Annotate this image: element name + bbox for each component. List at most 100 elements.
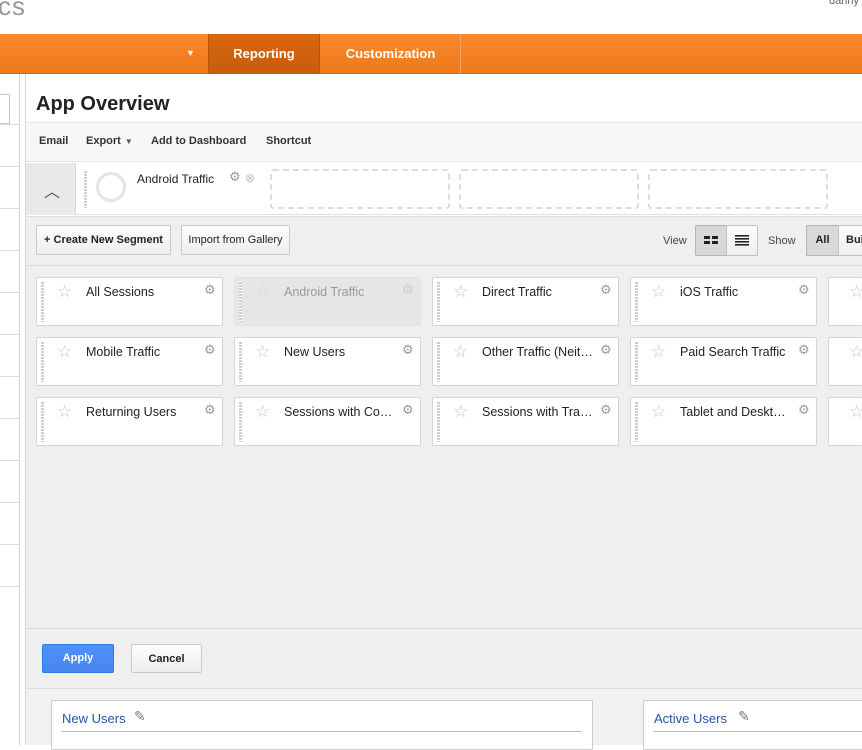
gear-icon[interactable]: ⚙ [402,282,414,298]
star-icon[interactable]: ☆ [255,342,270,362]
segment-card-direct-traffic[interactable]: ☆ Direct Traffic ⚙ [432,277,619,326]
user-account-link[interactable]: danny [829,0,859,7]
tab-customization[interactable]: Customization [321,34,461,74]
sidebar-divider [0,544,20,545]
segment-card-new-users[interactable]: ☆ New Users ⚙ [234,337,421,386]
widget-title[interactable]: New Users [62,711,126,726]
star-icon[interactable]: ☆ [849,402,862,422]
star-icon[interactable]: ☆ [57,342,72,362]
star-icon[interactable]: ☆ [453,342,468,362]
drag-handle-icon[interactable] [41,401,44,442]
star-icon[interactable]: ☆ [255,282,270,302]
star-icon[interactable]: ☆ [849,342,862,362]
gear-icon[interactable]: ⚙ [600,402,612,418]
gear-icon[interactable]: ⚙ [798,282,810,298]
segment-name: Tablet and Desktop Traffic [680,405,792,419]
gear-icon[interactable]: ⚙ [600,282,612,298]
apply-button[interactable]: Apply [42,644,114,673]
star-icon[interactable]: ☆ [651,402,666,422]
segment-card-tablet-and-desktop-traffic[interactable]: ☆ Tablet and Desktop Traffic ⚙ [630,397,817,446]
star-icon[interactable]: ☆ [651,342,666,362]
show-built-in-button[interactable]: Built-in [838,225,862,256]
segment-card-ios-traffic[interactable]: ☆ iOS Traffic ⚙ [630,277,817,326]
segment-name: Paid Search Traffic [680,345,786,359]
sidebar-divider [0,586,20,587]
create-new-segment-button[interactable]: + Create New Segment [36,225,171,255]
sidebar-divider [0,208,20,209]
import-from-gallery-button[interactable]: Import from Gallery [181,225,290,255]
star-icon[interactable]: ☆ [255,402,270,422]
star-icon[interactable]: ☆ [651,282,666,302]
widget-new-users [51,700,593,750]
edit-icon[interactable]: ✎ [134,708,146,725]
drag-handle-icon[interactable] [437,341,440,382]
gear-icon[interactable]: ⚙ [798,342,810,358]
email-button[interactable]: Email [39,135,68,147]
widget-divider [62,731,582,732]
close-icon[interactable]: ⊗ [245,171,255,185]
sidebar-divider [0,376,20,377]
star-icon[interactable]: ☆ [453,402,468,422]
sidebar-search-input[interactable] [0,94,10,124]
widget-title[interactable]: Active Users [654,711,727,726]
drag-handle-icon[interactable] [41,341,44,382]
star-icon[interactable]: ☆ [453,282,468,302]
edit-icon[interactable]: ✎ [738,708,750,725]
segment-card-sessions-with-transactions[interactable]: ☆ Sessions with Transactions ⚙ [432,397,619,446]
segment-name: Direct Traffic [482,285,552,299]
sidebar-divider [0,334,20,335]
sidebar-divider [0,418,20,419]
sidebar-divider [0,502,20,503]
drag-handle-icon[interactable] [635,341,638,382]
drag-handle-icon[interactable] [239,281,242,322]
star-icon[interactable]: ☆ [57,282,72,302]
caret-down-icon[interactable]: ▼ [186,48,195,58]
gear-icon[interactable]: ⚙ [204,342,216,358]
segment-card-partial[interactable]: ☆ [828,397,862,446]
segment-name: New Users [284,345,346,359]
grid-view-toggle[interactable] [695,225,727,256]
gear-icon[interactable]: ⚙ [402,342,414,358]
logo[interactable]: cs [0,0,26,22]
drag-handle-icon[interactable] [437,401,440,442]
list-icon [735,235,749,246]
sidebar-divider [0,250,20,251]
export-button[interactable]: Export ▼ [86,135,133,147]
drag-handle-icon[interactable] [239,341,242,382]
star-icon[interactable]: ☆ [849,282,862,302]
empty-segment-slot [459,169,639,209]
segment-card-sessions-with-conversions[interactable]: ☆ Sessions with Conversions ⚙ [234,397,421,446]
list-view-toggle[interactable] [726,225,758,256]
star-icon[interactable]: ☆ [57,402,72,422]
segment-card-partial[interactable]: ☆ [828,337,862,386]
drag-handle-icon[interactable] [437,281,440,322]
segment-card-returning-users[interactable]: ☆ Returning Users ⚙ [36,397,223,446]
segment-card-partial[interactable]: ☆ [828,277,862,326]
drag-handle-icon[interactable] [635,281,638,322]
segment-name: iOS Traffic [680,285,739,299]
drag-handle-icon[interactable] [635,401,638,442]
gear-icon[interactable]: ⚙ [204,402,216,418]
drag-handle-icon[interactable] [239,401,242,442]
gear-icon[interactable]: ⚙ [798,402,810,418]
add-to-dashboard-button[interactable]: Add to Dashboard [151,135,246,147]
drag-handle-icon[interactable] [84,170,87,208]
gear-icon[interactable]: ⚙ [600,342,612,358]
segment-card-other-traffic[interactable]: ☆ Other Traffic (Neither Paid nor Organi… [432,337,619,386]
drag-handle-icon[interactable] [41,281,44,322]
shortcut-button[interactable]: Shortcut [266,135,311,147]
export-label: Export [86,135,121,147]
segment-name: Android Traffic [284,285,365,299]
gear-icon[interactable]: ⚙ [229,169,241,185]
segment-card-all-sessions[interactable]: ☆ All Sessions ⚙ [36,277,223,326]
segment-card-paid-search-traffic[interactable]: ☆ Paid Search Traffic ⚙ [630,337,817,386]
segment-card-android-traffic[interactable]: ☆ Android Traffic ⚙ [234,277,421,326]
sidebar [0,74,20,745]
gear-icon[interactable]: ⚙ [204,282,216,298]
segment-card-mobile-traffic[interactable]: ☆ Mobile Traffic ⚙ [36,337,223,386]
show-all-button[interactable]: All [806,225,839,256]
gear-icon[interactable]: ⚙ [402,402,414,418]
tab-reporting[interactable]: Reporting [208,34,320,74]
cancel-button[interactable]: Cancel [131,644,202,673]
chevron-up-icon[interactable]: ︿ [44,178,60,202]
